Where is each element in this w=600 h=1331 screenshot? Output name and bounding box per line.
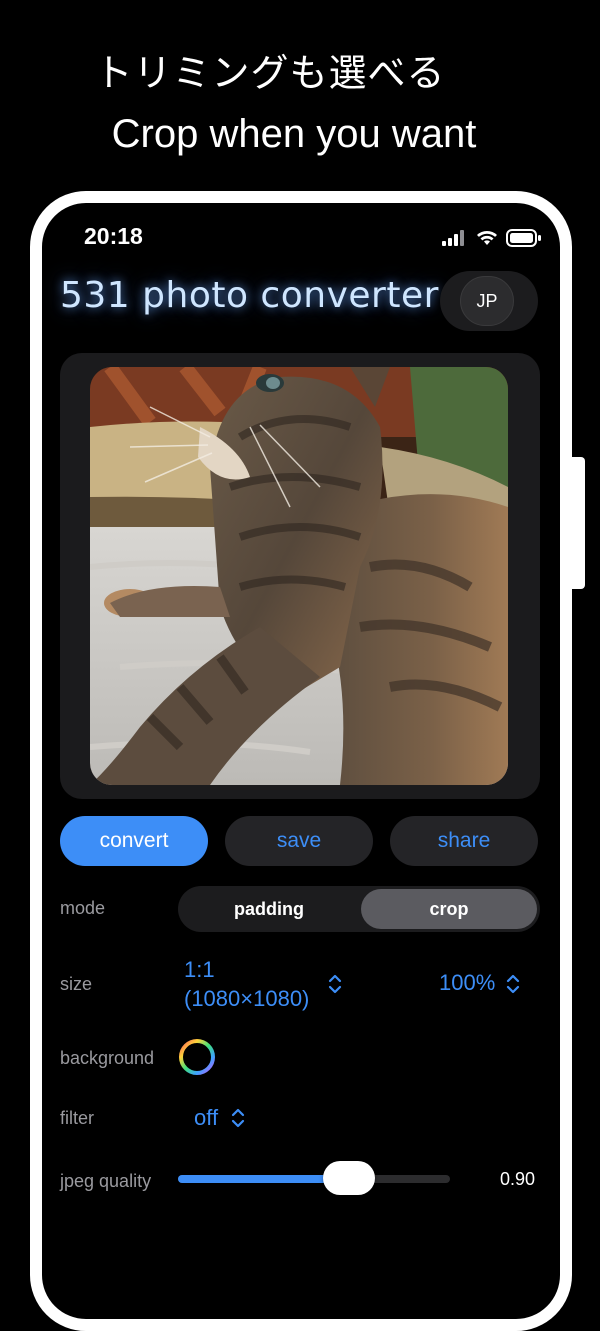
mode-segmented-control: padding crop: [178, 886, 540, 932]
cellular-signal-icon: [442, 230, 464, 246]
app-title: 531 photo converter: [60, 275, 439, 316]
jpeg-quality-value: 0.90: [500, 1169, 536, 1189]
status-icons: [442, 229, 542, 247]
share-button[interactable]: share: [390, 816, 538, 866]
promo-headline-jp: トリミングも選べる: [94, 51, 446, 95]
color-wheel-icon[interactable]: [178, 1038, 216, 1076]
phone-frame: 20:18 531 photo converter JP convert sav…: [30, 191, 572, 1331]
mode-label: mode: [60, 898, 106, 918]
phone-side-button: [571, 457, 585, 589]
filter-label: filter: [60, 1108, 95, 1128]
convert-button[interactable]: convert: [60, 816, 208, 866]
filter-picker[interactable]: off: [194, 1105, 218, 1131]
size-dimensions: (1080×1080): [184, 986, 310, 1011]
tabby-cat-photo: [90, 367, 508, 785]
size-ratio: 1:1: [184, 957, 215, 982]
chevron-up-down-icon: [328, 974, 342, 994]
background-label: background: [60, 1048, 155, 1068]
preview-photo: [90, 367, 508, 785]
app-screen: 20:18 531 photo converter JP convert sav…: [42, 203, 560, 1319]
chevron-up-down-icon: [506, 974, 520, 994]
status-time: 20:18: [84, 223, 143, 249]
mode-option-padding[interactable]: padding: [181, 889, 357, 929]
language-toggle-container: JP: [440, 271, 538, 331]
jpeg-quality-label: jpeg quality: [60, 1171, 152, 1191]
language-button[interactable]: JP: [460, 276, 514, 326]
promo-headline-en: Crop when you want: [111, 112, 477, 156]
jpeg-quality-slider[interactable]: [178, 1161, 450, 1195]
battery-icon: [506, 229, 541, 247]
preview-card: [60, 353, 540, 799]
wifi-icon: [477, 231, 497, 245]
scale-picker[interactable]: 100%: [439, 970, 495, 996]
mode-option-crop[interactable]: crop: [361, 889, 537, 929]
chevron-up-down-icon: [231, 1108, 245, 1128]
save-button[interactable]: save: [225, 816, 373, 866]
slider-thumb[interactable]: [323, 1161, 376, 1195]
action-buttons: convert save share: [60, 816, 540, 866]
size-label: size: [60, 974, 93, 994]
size-picker[interactable]: 1:1 (1080×1080): [184, 955, 309, 1013]
